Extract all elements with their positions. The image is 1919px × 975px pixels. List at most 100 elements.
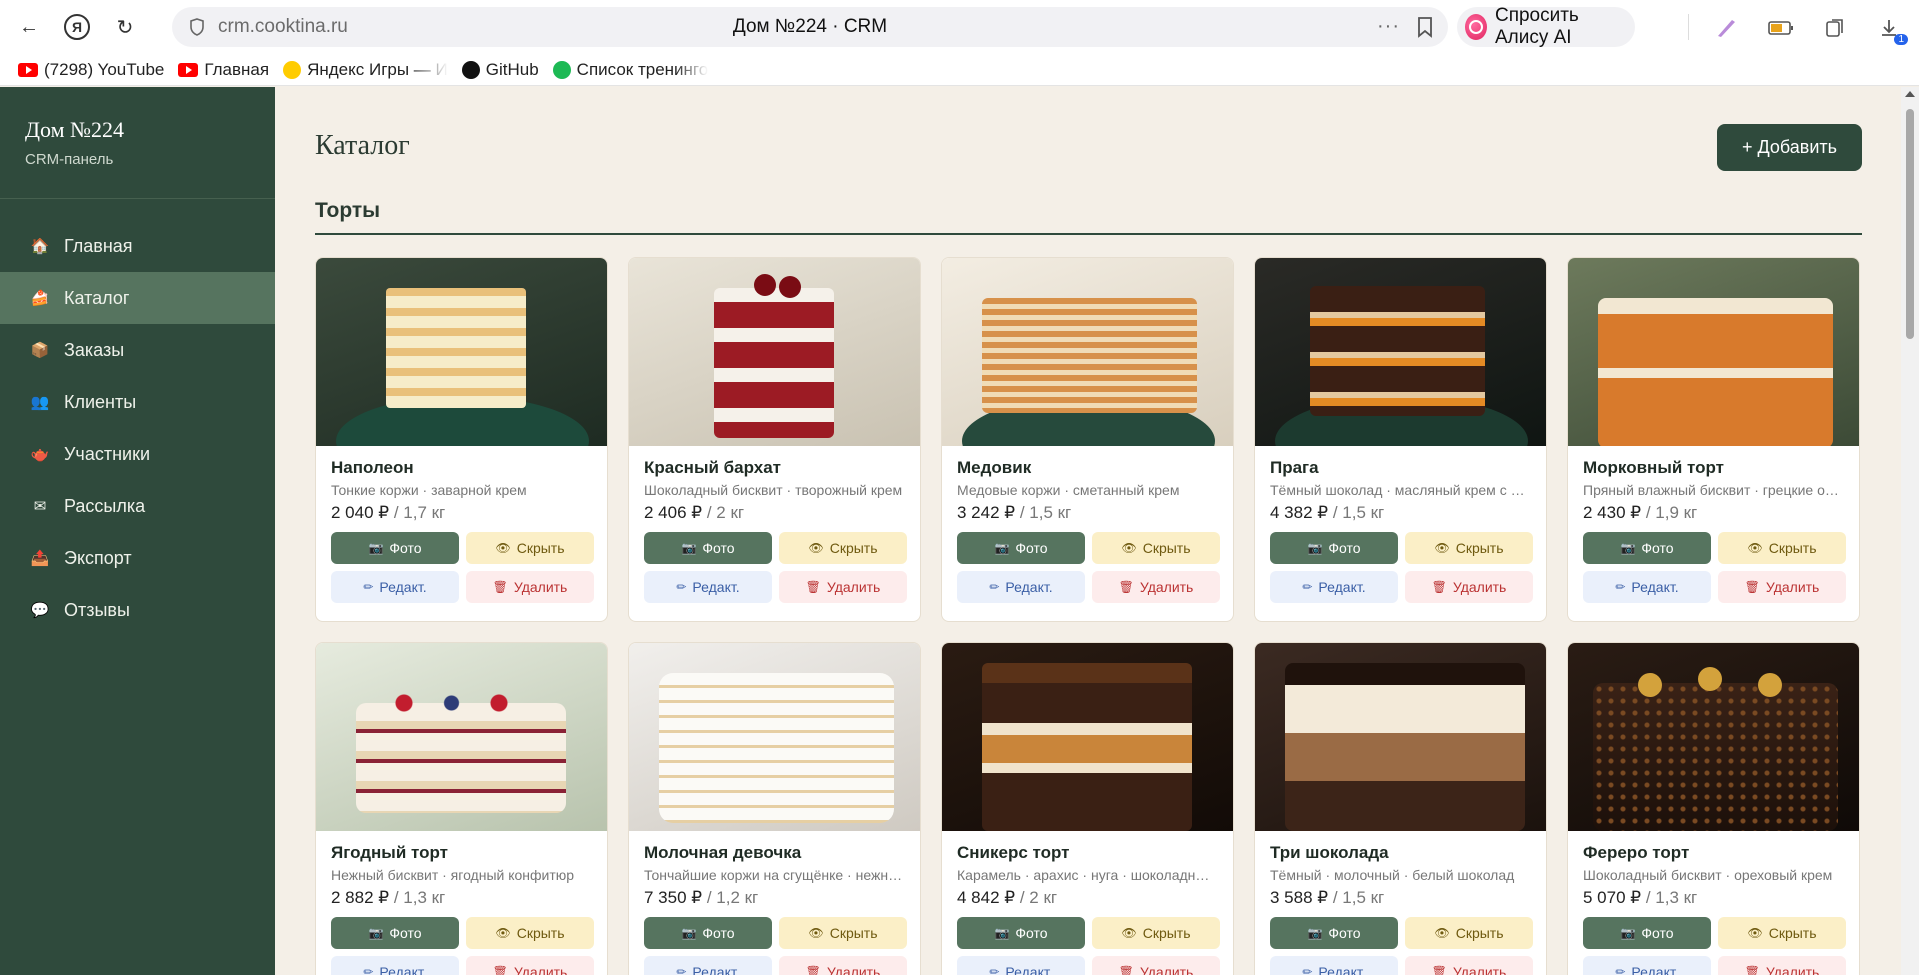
- photo-button[interactable]: 📷 Фото: [644, 532, 772, 564]
- delete-button[interactable]: 🗑 Удалить: [1092, 571, 1220, 603]
- photo-button[interactable]: 📷 Фото: [331, 532, 459, 564]
- trash-icon: 🗑: [492, 580, 508, 594]
- cake-photo[interactable]: [1568, 258, 1859, 446]
- sidebar-item-catalog[interactable]: 🍰 Каталог: [0, 272, 275, 324]
- pencil-icon: ✏: [1302, 965, 1313, 975]
- hide-button[interactable]: 👁 Скрыть: [1718, 917, 1846, 949]
- edit-button[interactable]: ✏ Редакт.: [644, 956, 772, 975]
- photo-button[interactable]: 📷 Фото: [1270, 917, 1398, 949]
- photo-button[interactable]: 📷 Фото: [644, 917, 772, 949]
- edit-button[interactable]: ✏ Редакт.: [957, 956, 1085, 975]
- downloads-icon[interactable]: 1: [1874, 13, 1908, 45]
- trash-icon: 🗑: [1744, 580, 1760, 594]
- sidebar-item-label: Главная: [64, 235, 133, 256]
- pencil-icon: ✏: [363, 580, 374, 594]
- edit-button[interactable]: ✏ Редакт.: [331, 571, 459, 603]
- button-label: Редакт.: [1631, 579, 1679, 595]
- sidebar-item-mailing[interactable]: ✉ Рассылка: [0, 480, 275, 532]
- edit-button[interactable]: ✏ Редакт.: [644, 571, 772, 603]
- product-card: Сникерс торт Карамель · арахис · нуга · …: [941, 642, 1234, 975]
- product-description: Тонкие коржи · заварной крем: [331, 482, 527, 498]
- delete-button[interactable]: 🗑 Удалить: [1718, 956, 1846, 975]
- product-name: Сникерс торт: [957, 843, 1070, 862]
- hide-button[interactable]: 👁 Скрыть: [779, 917, 907, 949]
- product-price: 2 040 ₽ / 1,7 кг: [331, 503, 592, 523]
- edit-button[interactable]: ✏ Редакт.: [957, 571, 1085, 603]
- pencil-icon: ✏: [1615, 965, 1626, 975]
- cake-photo[interactable]: [942, 258, 1233, 446]
- delete-button[interactable]: 🗑 Удалить: [1405, 571, 1533, 603]
- pen-icon[interactable]: [1711, 13, 1741, 43]
- eye-icon: 👁: [1434, 541, 1450, 555]
- price-value: 3 242 ₽: [957, 503, 1016, 522]
- bookmark-youtube[interactable]: (7298) YouTube: [18, 60, 164, 80]
- photo-button[interactable]: 📷 Фото: [331, 917, 459, 949]
- scroll-thumb[interactable]: [1906, 109, 1914, 339]
- hide-button[interactable]: 👁 Скрыть: [1092, 532, 1220, 564]
- edit-button[interactable]: ✏ Редакт.: [1270, 571, 1398, 603]
- sidebar-item-home[interactable]: 🏠 Главная: [0, 220, 275, 272]
- delete-button[interactable]: 🗑 Удалить: [466, 956, 594, 975]
- cake-photo[interactable]: [1255, 643, 1546, 831]
- sidebar-item-orders[interactable]: 📦 Заказы: [0, 324, 275, 376]
- battery-icon[interactable]: [1766, 13, 1796, 43]
- photo-button[interactable]: 📷 Фото: [1583, 532, 1711, 564]
- bookmark-github[interactable]: GitHub: [461, 60, 539, 80]
- photo-button[interactable]: 📷 Фото: [957, 532, 1085, 564]
- delete-button[interactable]: 🗑 Удалить: [1718, 571, 1846, 603]
- delete-button[interactable]: 🗑 Удалить: [466, 571, 594, 603]
- reload-icon[interactable]: ↻: [104, 6, 146, 48]
- cake-photo[interactable]: [1568, 643, 1859, 831]
- bookmark-icon[interactable]: [1416, 16, 1434, 38]
- bookmark-yandex-games[interactable]: Яндекс Игры — И: [283, 60, 448, 80]
- sidebar-item-reviews[interactable]: 💬 Отзывы: [0, 584, 275, 636]
- alice-button[interactable]: Спросить Алису AI: [1457, 5, 1635, 48]
- cake-photo[interactable]: [629, 258, 920, 446]
- cake-photo[interactable]: [316, 643, 607, 831]
- edit-button[interactable]: ✏ Редакт.: [331, 956, 459, 975]
- add-product-button[interactable]: + Добавить: [1717, 124, 1862, 171]
- delete-button[interactable]: 🗑 Удалить: [1092, 956, 1220, 975]
- photo-button[interactable]: 📷 Фото: [1583, 917, 1711, 949]
- sidebar-item-participants[interactable]: 🫖 Участники: [0, 428, 275, 480]
- product-card: Медовик Медовые коржи · сметанный крем 3…: [941, 257, 1234, 622]
- page-scrollbar[interactable]: [1901, 87, 1919, 975]
- address-bar[interactable]: crm.cooktina.ru Дом №224 · CRM ···: [172, 7, 1448, 47]
- hide-button[interactable]: 👁 Скрыть: [466, 532, 594, 564]
- sidebar-item-export[interactable]: 📤 Экспорт: [0, 532, 275, 584]
- collections-icon[interactable]: [1820, 13, 1850, 43]
- bookmark-main[interactable]: Главная: [178, 60, 269, 80]
- product-price: 3 588 ₽ / 1,5 кг: [1270, 888, 1531, 908]
- eye-icon: 👁: [1434, 926, 1450, 940]
- cake-photo[interactable]: [316, 258, 607, 446]
- back-icon[interactable]: ←: [8, 6, 50, 48]
- hide-button[interactable]: 👁 Скрыть: [779, 532, 907, 564]
- scroll-up-arrow-icon[interactable]: [1905, 91, 1915, 97]
- delete-button[interactable]: 🗑 Удалить: [779, 956, 907, 975]
- photo-button[interactable]: 📷 Фото: [957, 917, 1085, 949]
- photo-button[interactable]: 📷 Фото: [1270, 532, 1398, 564]
- bookmark-trainings[interactable]: Список тренинго: [552, 60, 708, 80]
- edit-button[interactable]: ✏ Редакт.: [1583, 956, 1711, 975]
- delete-button[interactable]: 🗑 Удалить: [1405, 956, 1533, 975]
- section-divider: [315, 233, 1862, 235]
- site-info-icon[interactable]: [186, 16, 208, 38]
- hide-button[interactable]: 👁 Скрыть: [1405, 532, 1533, 564]
- hide-button[interactable]: 👁 Скрыть: [1405, 917, 1533, 949]
- hide-button[interactable]: 👁 Скрыть: [1718, 532, 1846, 564]
- hide-button[interactable]: 👁 Скрыть: [1092, 917, 1220, 949]
- button-label: Скрыть: [1455, 925, 1504, 941]
- cake-photo[interactable]: [629, 643, 920, 831]
- more-icon[interactable]: ···: [1377, 15, 1400, 38]
- cake-photo[interactable]: [1255, 258, 1546, 446]
- delete-button[interactable]: 🗑 Удалить: [779, 571, 907, 603]
- cake-photo[interactable]: [942, 643, 1233, 831]
- hide-button[interactable]: 👁 Скрыть: [466, 917, 594, 949]
- teapot-icon: 🫖: [30, 446, 50, 463]
- button-label: Редакт.: [692, 579, 740, 595]
- sidebar-item-clients[interactable]: 👥 Клиенты: [0, 376, 275, 428]
- edit-button[interactable]: ✏ Редакт.: [1270, 956, 1398, 975]
- edit-button[interactable]: ✏ Редакт.: [1583, 571, 1711, 603]
- yandex-home-icon[interactable]: Я: [56, 6, 98, 48]
- product-description: Карамель · арахис · нуга · шоколадный би…: [957, 867, 1218, 883]
